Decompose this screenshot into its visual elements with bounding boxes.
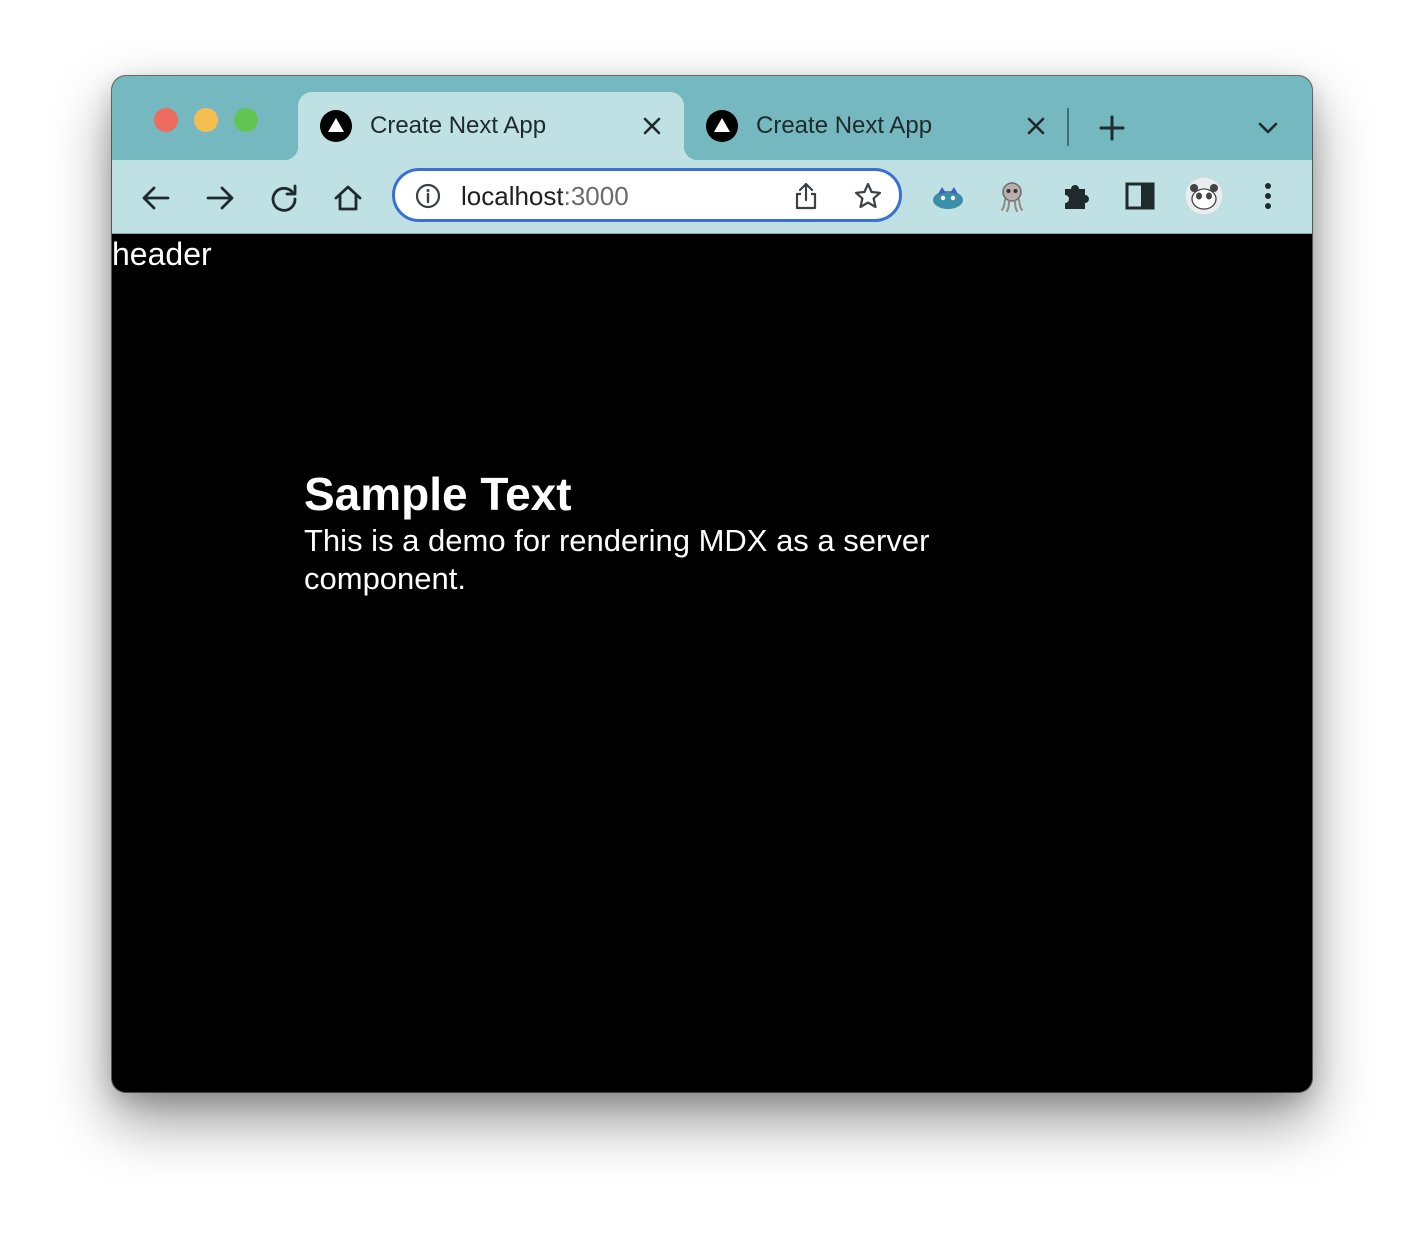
reload-icon[interactable] [266, 180, 302, 216]
tab-strip: Create Next App Create Next App [112, 76, 1312, 160]
back-arrow-icon[interactable] [138, 180, 174, 216]
page-header-text: header [112, 236, 212, 272]
mdx-content: Sample Text This is a demo for rendering… [304, 466, 1024, 598]
tab-separator [1067, 108, 1069, 146]
tab-search-chevron-icon[interactable] [1254, 114, 1282, 142]
url-port: :3000 [563, 181, 629, 211]
close-tab-icon[interactable] [638, 112, 666, 140]
bookmark-star-icon[interactable] [853, 181, 883, 211]
monster-extension-icon[interactable] [928, 176, 968, 216]
content-title: Sample Text [304, 468, 572, 520]
tab-title: Create Next App [756, 112, 933, 139]
nextjs-favicon-icon [320, 110, 352, 142]
page-viewport: header Sample Text This is a demo for re… [112, 234, 1312, 1092]
nextjs-favicon-icon [706, 110, 738, 142]
forward-arrow-icon[interactable] [202, 180, 238, 216]
content-paragraph: This is a demo for rendering MDX as a se… [304, 523, 930, 596]
puzzle-extensions-icon[interactable] [1056, 176, 1096, 216]
close-tab-icon[interactable] [1022, 112, 1050, 140]
url-host: localhost [461, 181, 564, 211]
side-panel-icon[interactable] [1120, 176, 1160, 216]
maximize-window-button[interactable] [234, 108, 258, 132]
tab-create-next-app-active[interactable]: Create Next App [284, 92, 698, 160]
address-bar[interactable]: localhost:3000 [392, 168, 902, 222]
tab-create-next-app[interactable]: Create Next App [684, 92, 1064, 160]
close-window-button[interactable] [154, 108, 178, 132]
profile-avatar-icon[interactable] [1184, 176, 1224, 216]
share-icon[interactable] [791, 181, 821, 211]
url-text[interactable]: localhost:3000 [461, 181, 629, 211]
new-tab-icon[interactable] [1096, 112, 1128, 144]
kebab-menu-icon[interactable] [1248, 176, 1288, 216]
tab-title: Create Next App [370, 112, 547, 139]
octopus-extension-icon[interactable] [992, 176, 1032, 216]
minimize-window-button[interactable] [194, 108, 218, 132]
home-icon[interactable] [330, 180, 366, 216]
browser-window: Create Next App Create Next App localhos… [112, 76, 1312, 1092]
browser-toolbar: localhost:3000 [112, 160, 1312, 234]
site-info-icon[interactable] [415, 183, 441, 209]
